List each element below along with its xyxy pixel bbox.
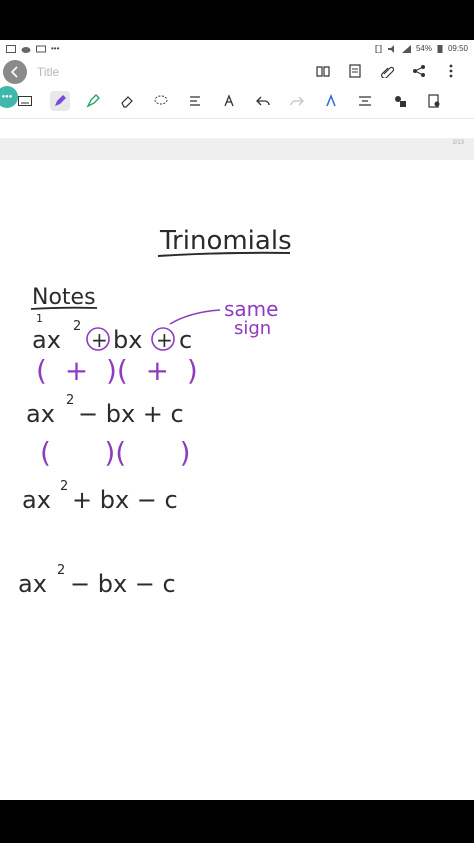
pen-icon[interactable] (50, 91, 70, 111)
row1-factors: ( + )( + ) (36, 354, 198, 387)
row4-ax: ax (18, 570, 47, 598)
list-view-icon[interactable] (346, 62, 364, 80)
row4-rest: − bx − c (70, 570, 176, 598)
row2-ax: ax (26, 400, 55, 428)
marker-one: 1 (36, 312, 43, 325)
page-gap: 3/13 (0, 138, 474, 160)
toolbar-divider (0, 118, 474, 119)
voice-recording-icon[interactable] (321, 91, 341, 111)
more-icon[interactable] (442, 62, 460, 80)
page-indicator: 3/13 (452, 140, 464, 146)
row1-exponent: 2 (73, 319, 81, 334)
row3-rest: + bx − c (72, 486, 178, 514)
redo-icon[interactable] (287, 91, 307, 111)
title-bar: Title (0, 57, 474, 87)
handwritten-page[interactable]: Trinomials Notes 1 ax 2 + bx + c same si… (0, 162, 474, 800)
signal-icon (401, 44, 411, 53)
header-actions (314, 62, 460, 80)
vibrate-icon (375, 44, 382, 53)
mute-icon (387, 44, 394, 53)
share-icon[interactable] (410, 62, 428, 80)
clock: 09:50 (447, 44, 468, 53)
row3-ax: ax (22, 486, 51, 514)
note-heading: Trinomials (159, 226, 292, 256)
keyboard-icon[interactable] (15, 91, 35, 111)
lasso-icon[interactable] (151, 91, 171, 111)
eraser-icon[interactable] (117, 91, 137, 111)
row1-plus-one: + (91, 328, 108, 352)
system-status: 54% 09:50 (374, 44, 468, 53)
note-screen: ••• 54% 09:50 Title ●●● 3/13 Trinomials … (0, 40, 474, 800)
shape-icon[interactable] (390, 91, 410, 111)
notification-icons: ••• (6, 44, 59, 53)
row1-bx: bx (113, 326, 142, 354)
undo-icon[interactable] (253, 91, 273, 111)
row2-rest: − bx + c (78, 400, 184, 428)
insert-icon[interactable] (355, 91, 375, 111)
annotation-sign: sign (234, 318, 271, 339)
notes-label: Notes (32, 285, 96, 310)
row1-plus-two: + (156, 328, 173, 352)
gallery-icon (6, 44, 16, 53)
note-title-field[interactable]: Title (37, 65, 59, 79)
page-settings-icon[interactable] (424, 91, 444, 111)
row1-c: c (179, 326, 192, 354)
more-notifications-icon: ••• (51, 44, 60, 53)
mail-icon (36, 45, 46, 52)
row3-exponent: 2 (60, 479, 68, 494)
battery-level: 54% (415, 44, 432, 53)
attach-icon[interactable] (378, 62, 396, 80)
cloud-icon (21, 46, 31, 53)
row2-exponent: 2 (66, 393, 74, 408)
highlighter-icon[interactable] (83, 91, 103, 111)
status-bar: ••• 54% 09:50 (0, 40, 474, 57)
row4-exponent: 2 (57, 563, 65, 578)
annotation-arrow (169, 309, 221, 325)
back-button[interactable] (3, 60, 27, 84)
row1-ax: ax (32, 326, 61, 354)
row2-factors: ( )( ) (40, 436, 191, 469)
book-view-icon[interactable] (314, 62, 332, 80)
back-arrow-icon (10, 66, 18, 78)
text-format-icon[interactable] (219, 91, 239, 111)
pen-toolbar (0, 87, 474, 115)
battery-icon (437, 45, 443, 53)
text-recognition-icon[interactable] (185, 91, 205, 111)
